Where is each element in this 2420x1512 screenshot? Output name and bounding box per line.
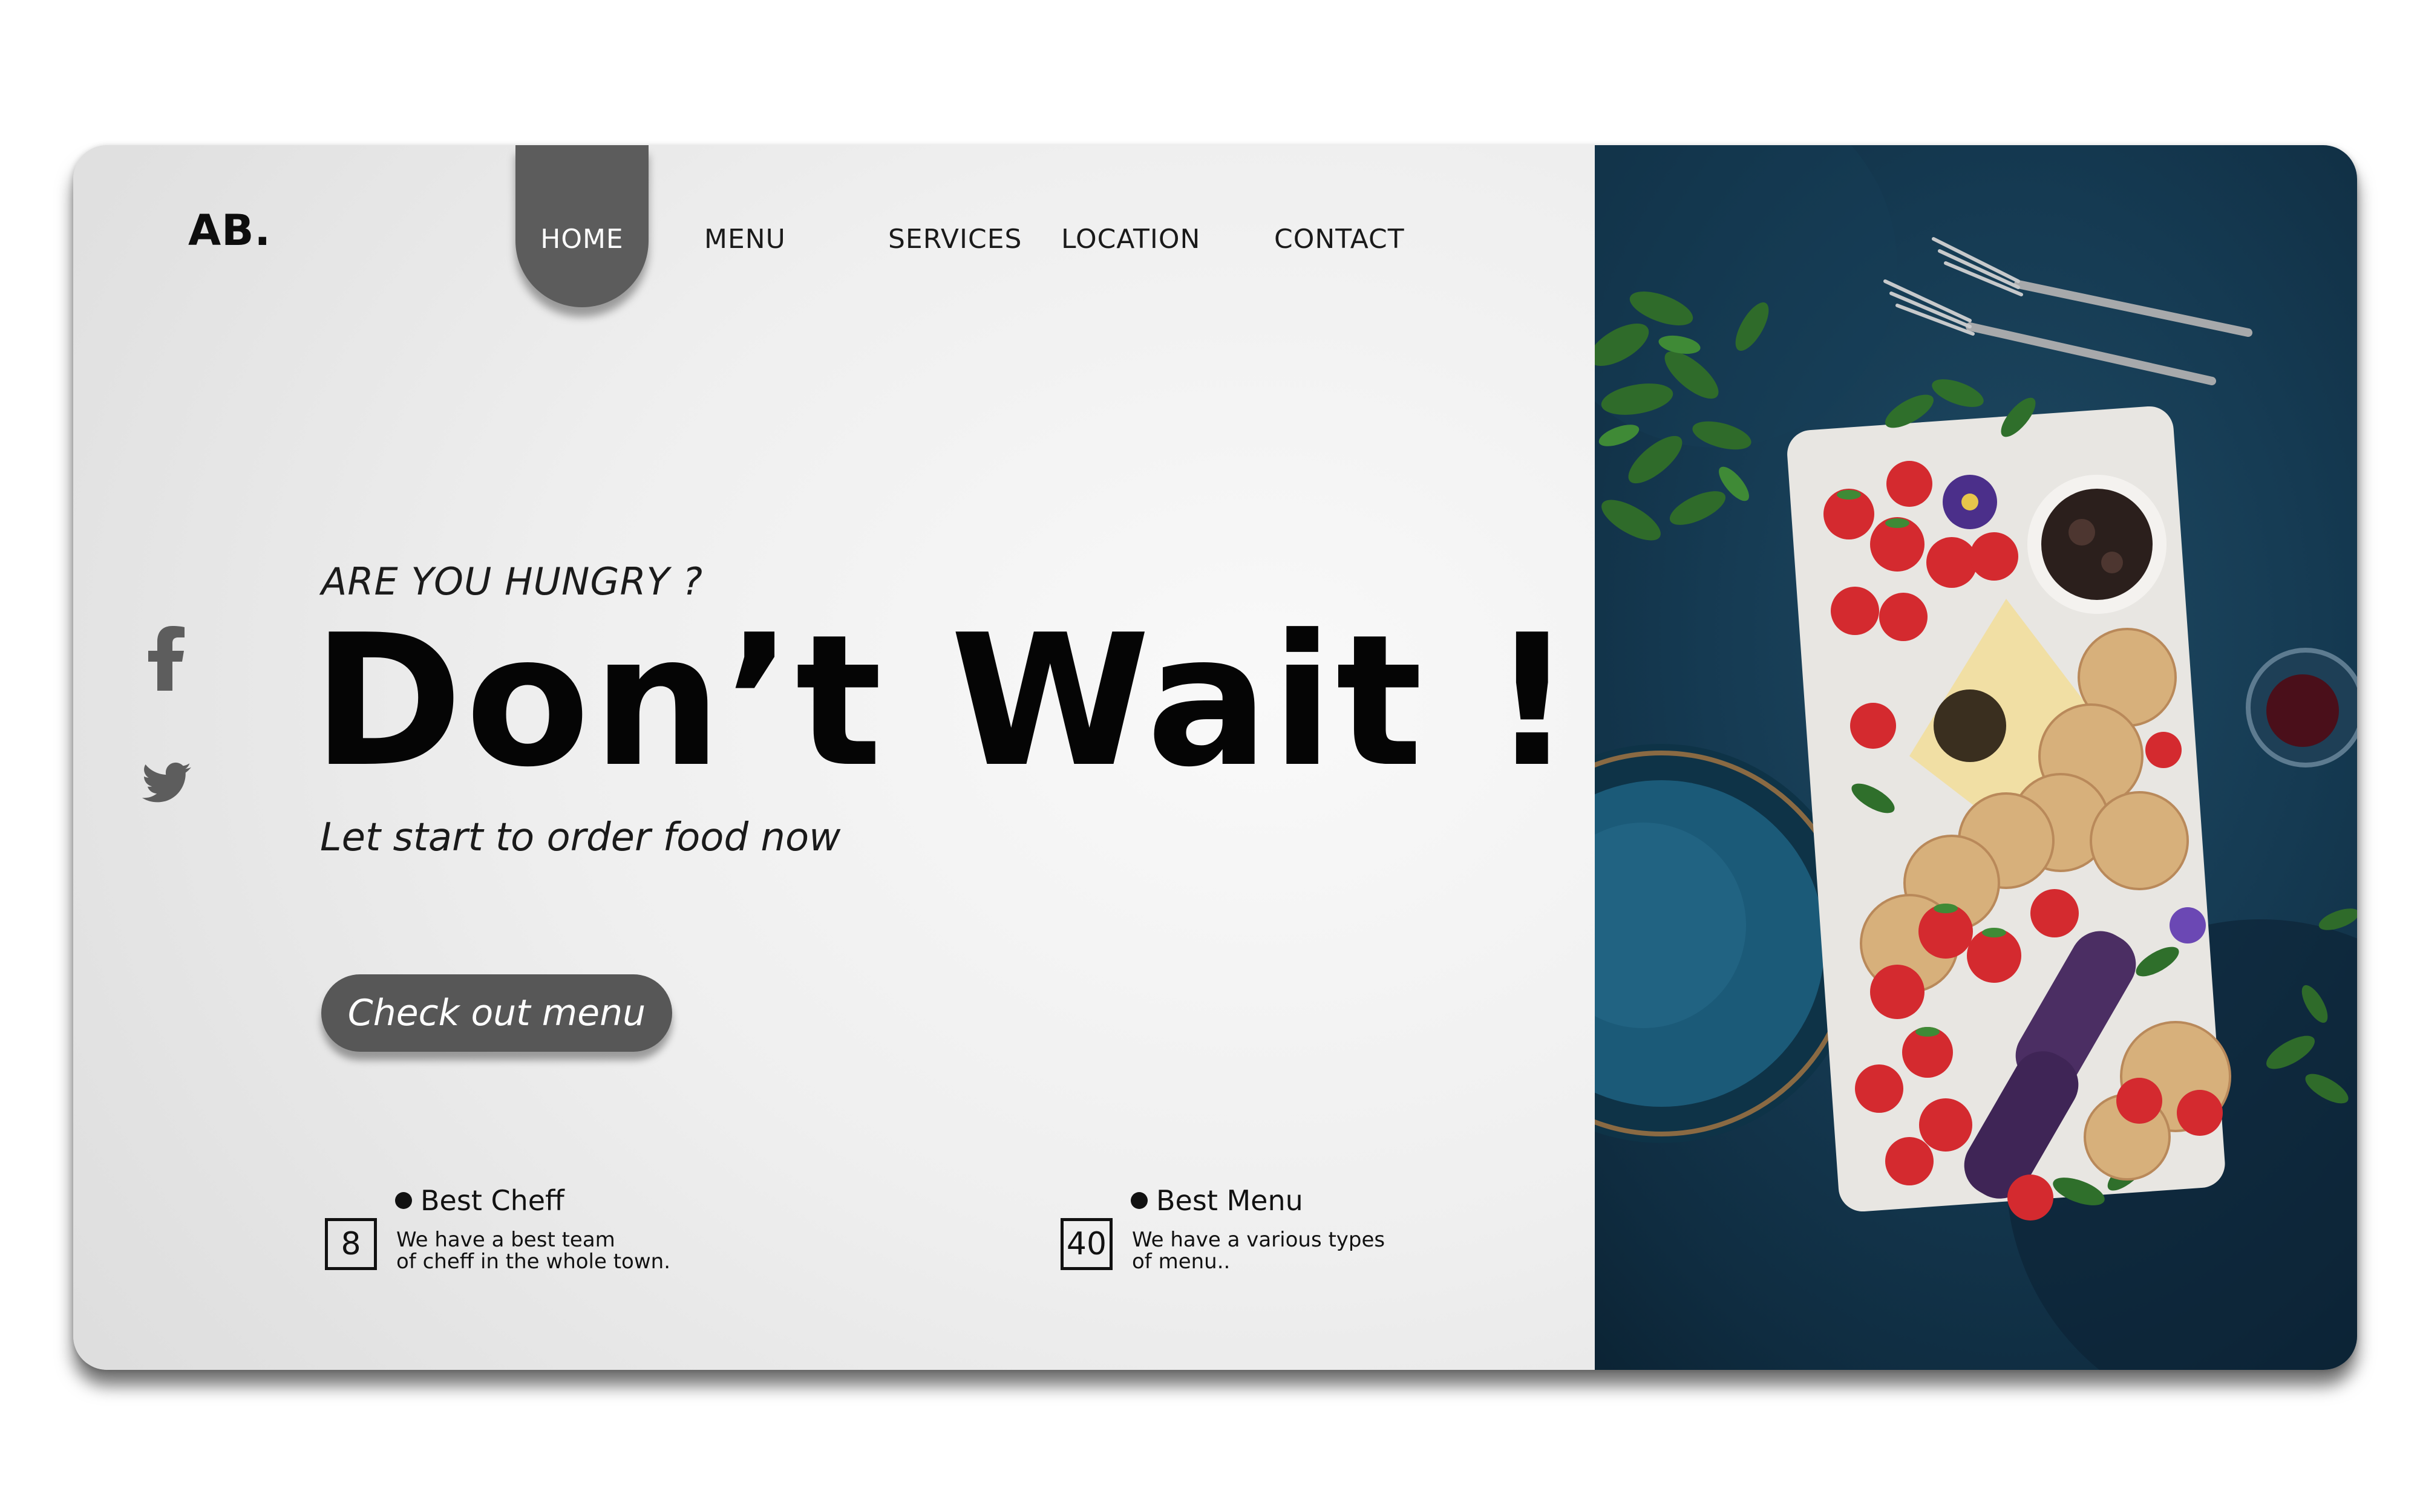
check-out-menu-button[interactable]: Check out menu bbox=[321, 974, 672, 1052]
menu-bar bbox=[2090, 90, 2175, 97]
stat-description-line: of cheff in the whole town. bbox=[396, 1250, 671, 1274]
hero-subhead: Let start to order food now bbox=[320, 815, 841, 860]
stat-number-box: 8 bbox=[325, 1218, 377, 1270]
stat-best-cheff: Best Cheff 8 We have a best team of chef… bbox=[325, 1184, 748, 1317]
facebook-icon[interactable] bbox=[134, 624, 200, 691]
nav-item-home-label: HOME bbox=[540, 224, 624, 255]
nav-item-menu[interactable]: MENU bbox=[704, 224, 786, 255]
stat-best-menu: Best Menu 40 We have a various types of … bbox=[1061, 1184, 1484, 1317]
nav-item-services[interactable]: SERVICES bbox=[888, 224, 1022, 255]
stat-description-line: of menu.. bbox=[1132, 1250, 1231, 1274]
nav-item-location[interactable]: LOCATION bbox=[1061, 224, 1200, 255]
stat-number-box: 40 bbox=[1061, 1218, 1113, 1270]
stat-title-text: Best Cheff bbox=[420, 1184, 564, 1217]
stat-title-text: Best Menu bbox=[1156, 1184, 1303, 1217]
stat-description-line: We have a best team bbox=[396, 1228, 615, 1252]
nav-item-contact[interactable]: CONTACT bbox=[1274, 224, 1405, 255]
bullet-icon bbox=[395, 1192, 412, 1209]
food-photo bbox=[1595, 145, 2357, 1370]
nav-item-home[interactable]: HOME bbox=[515, 145, 649, 307]
food-platter-illustration bbox=[1595, 145, 2357, 1370]
hero-panel: AB. HOME MENU SERVICES LOCATION CONTACT … bbox=[73, 145, 1595, 1370]
menu-bar bbox=[2090, 64, 2175, 72]
bullet-icon bbox=[1131, 1192, 1148, 1209]
main-nav: HOME MENU SERVICES LOCATION CONTACT bbox=[73, 145, 1595, 327]
hero-headline: Don’t Wait ! bbox=[312, 596, 1576, 807]
stat-title: Best Cheff bbox=[395, 1184, 564, 1217]
stat-description: We have a various types of menu.. bbox=[1132, 1229, 1447, 1272]
menu-icon[interactable] bbox=[2090, 62, 2175, 128]
twitter-icon[interactable] bbox=[134, 750, 200, 816]
menu-bar bbox=[2090, 115, 2175, 123]
landing-card: AB. HOME MENU SERVICES LOCATION CONTACT … bbox=[73, 145, 2357, 1370]
stat-description: We have a best team of cheff in the whol… bbox=[396, 1229, 711, 1272]
stat-title: Best Menu bbox=[1131, 1184, 1303, 1217]
stat-description-line: We have a various types bbox=[1132, 1228, 1385, 1252]
